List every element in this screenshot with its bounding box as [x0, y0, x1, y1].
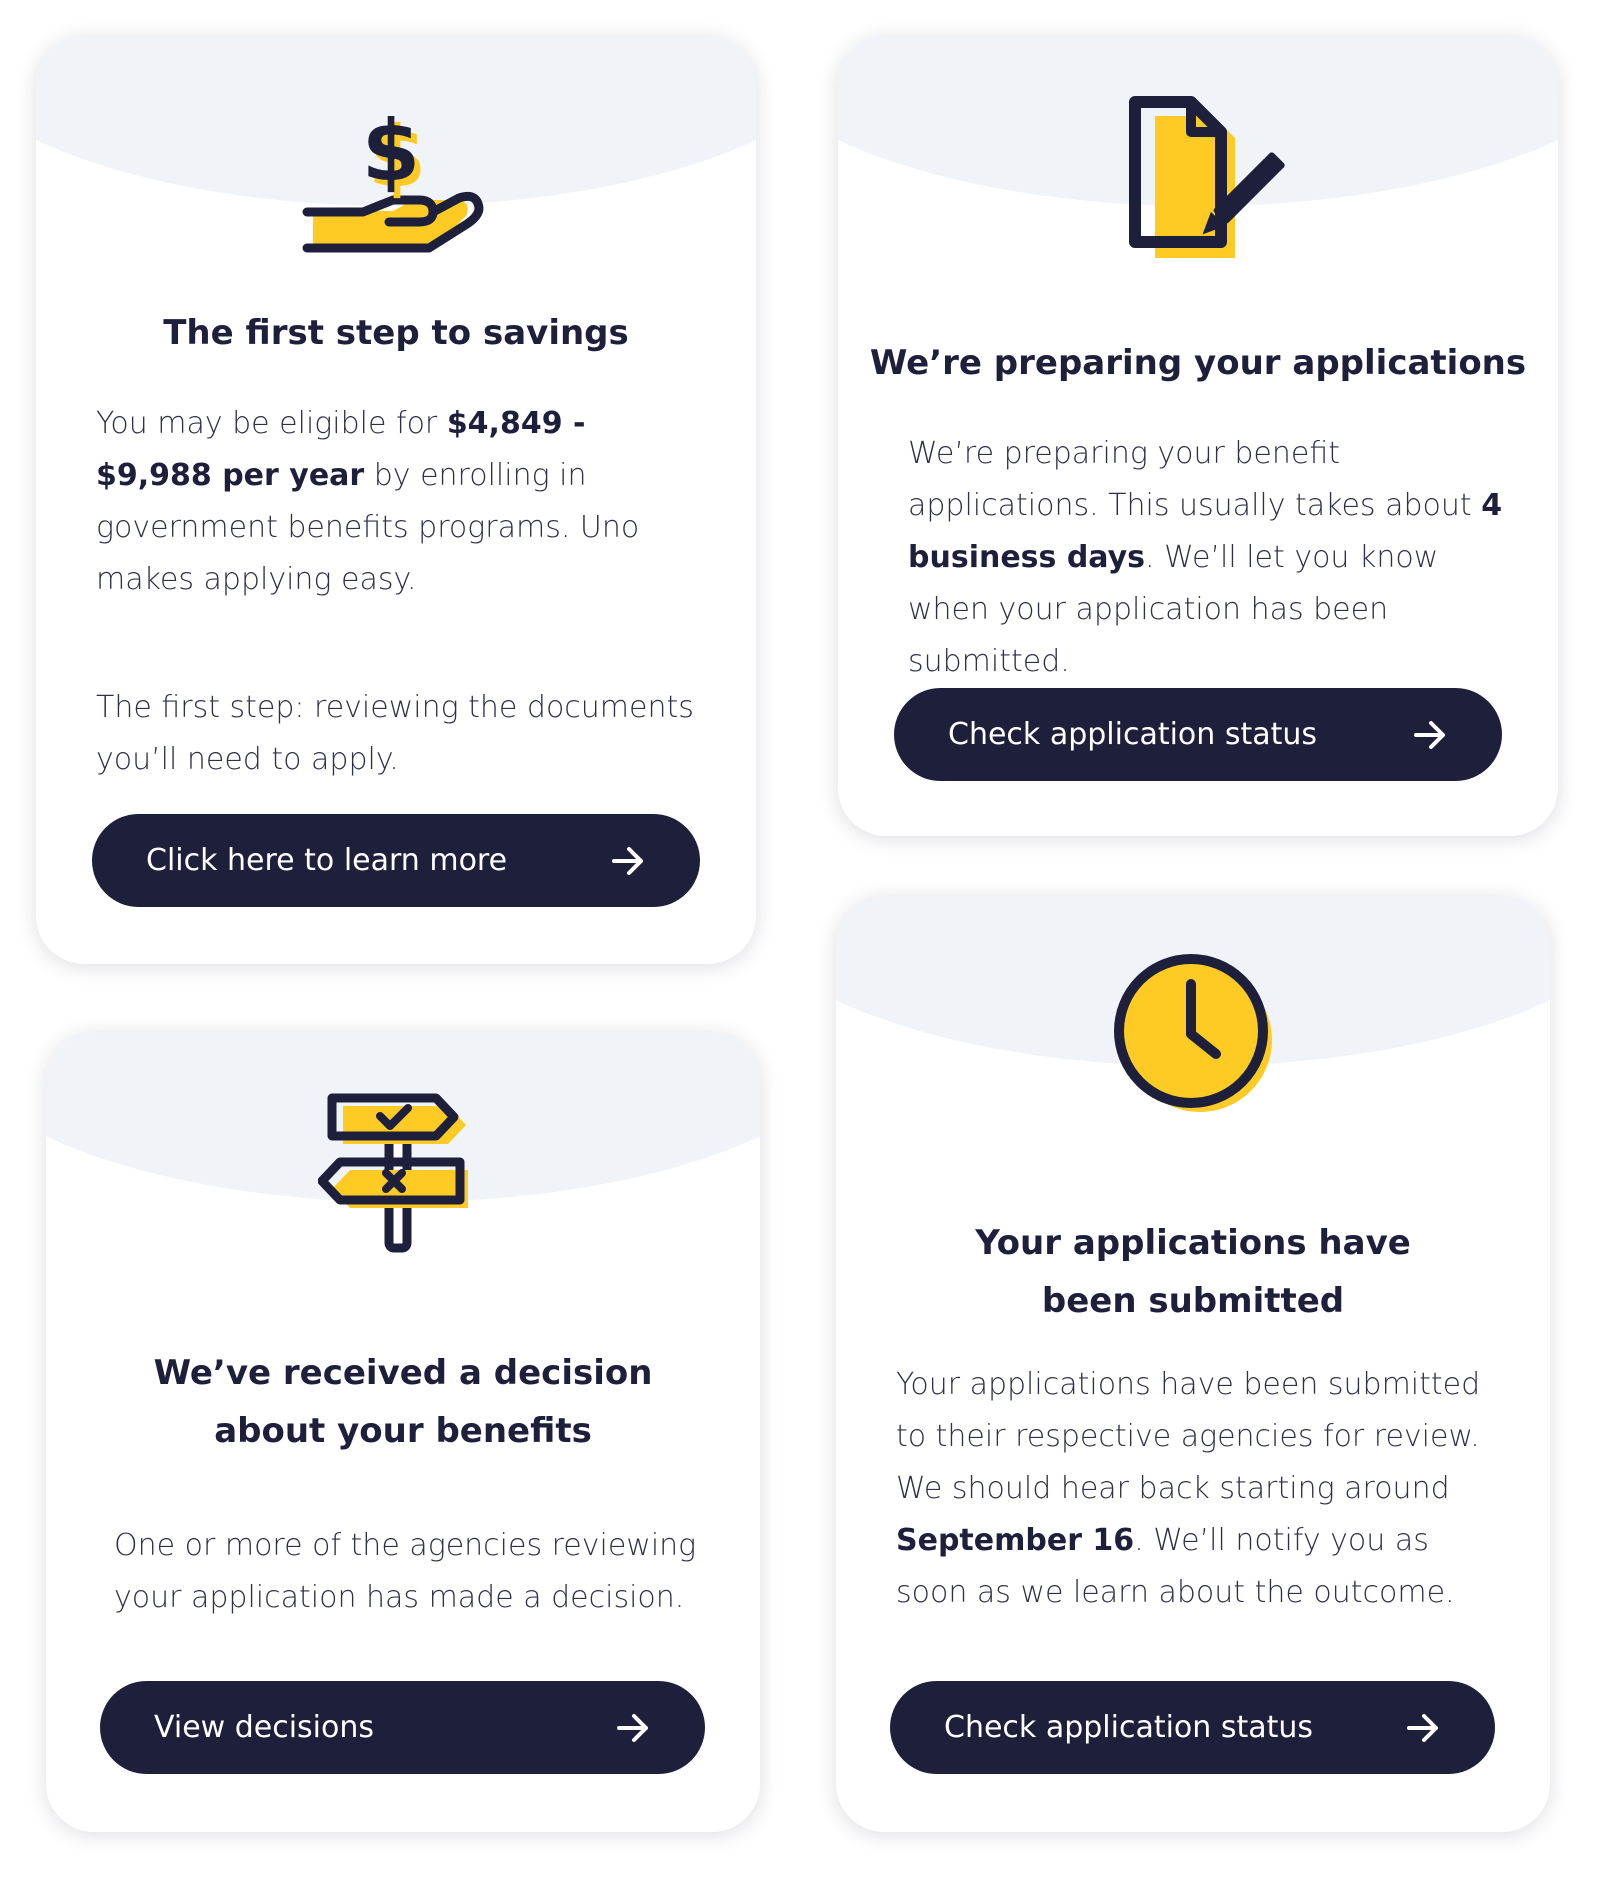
- card-title: The first step to savings: [163, 313, 629, 353]
- button-label: Check application status: [948, 717, 1318, 752]
- card-body: One or more of the agencies reviewing yo…: [114, 1528, 697, 1615]
- view-decisions-button[interactable]: View decisions: [100, 1681, 705, 1774]
- body-text: You may be eligible for: [96, 406, 447, 441]
- submitted-card: Your applications have been submitted Yo…: [836, 896, 1550, 1832]
- button-label: View decisions: [154, 1710, 375, 1745]
- decision-card: We’ve received a decision about your ben…: [46, 1032, 760, 1832]
- body-text: Your applications have been submitted to…: [896, 1367, 1481, 1506]
- card-title: Your applications have been submitted: [975, 1223, 1411, 1321]
- check-status-button[interactable]: Check application status: [894, 688, 1502, 781]
- button-label: Click here to learn more: [146, 843, 508, 878]
- clock-icon: [1114, 954, 1272, 1112]
- card-title: We’ve received a decision about your ben…: [153, 1353, 653, 1451]
- arrow-right-icon: [612, 846, 643, 875]
- signpost-icon: [318, 1093, 468, 1253]
- card-body-second: The first step: reviewing the documents …: [96, 690, 694, 777]
- learn-more-button[interactable]: Click here to learn more: [92, 814, 700, 907]
- check-status-button[interactable]: Check application status: [890, 1681, 1495, 1774]
- arrow-right-icon: [1407, 1713, 1438, 1742]
- card-title: We’re preparing your applications: [869, 343, 1527, 383]
- preparing-card: We’re preparing your applications We’re …: [838, 36, 1558, 836]
- arrow-right-icon: [1414, 720, 1445, 749]
- decision-date: September 16: [896, 1523, 1135, 1558]
- arrow-right-icon: [617, 1713, 648, 1742]
- button-label: Check application status: [944, 1710, 1314, 1745]
- body-text: We’re preparing your benefit application…: [908, 436, 1482, 523]
- savings-card: $ $ The first step to savings You may be…: [36, 36, 756, 964]
- card-body: You may be eligible for $4,849 - $9,988 …: [96, 398, 696, 606]
- card-body: Your applications have been submitted to…: [896, 1359, 1496, 1619]
- svg-text:$: $: [362, 102, 420, 200]
- hand-dollar-icon: $ $: [302, 102, 484, 253]
- card-body: We’re preparing your benefit application…: [908, 428, 1508, 688]
- document-pencil-icon: [1129, 96, 1285, 258]
